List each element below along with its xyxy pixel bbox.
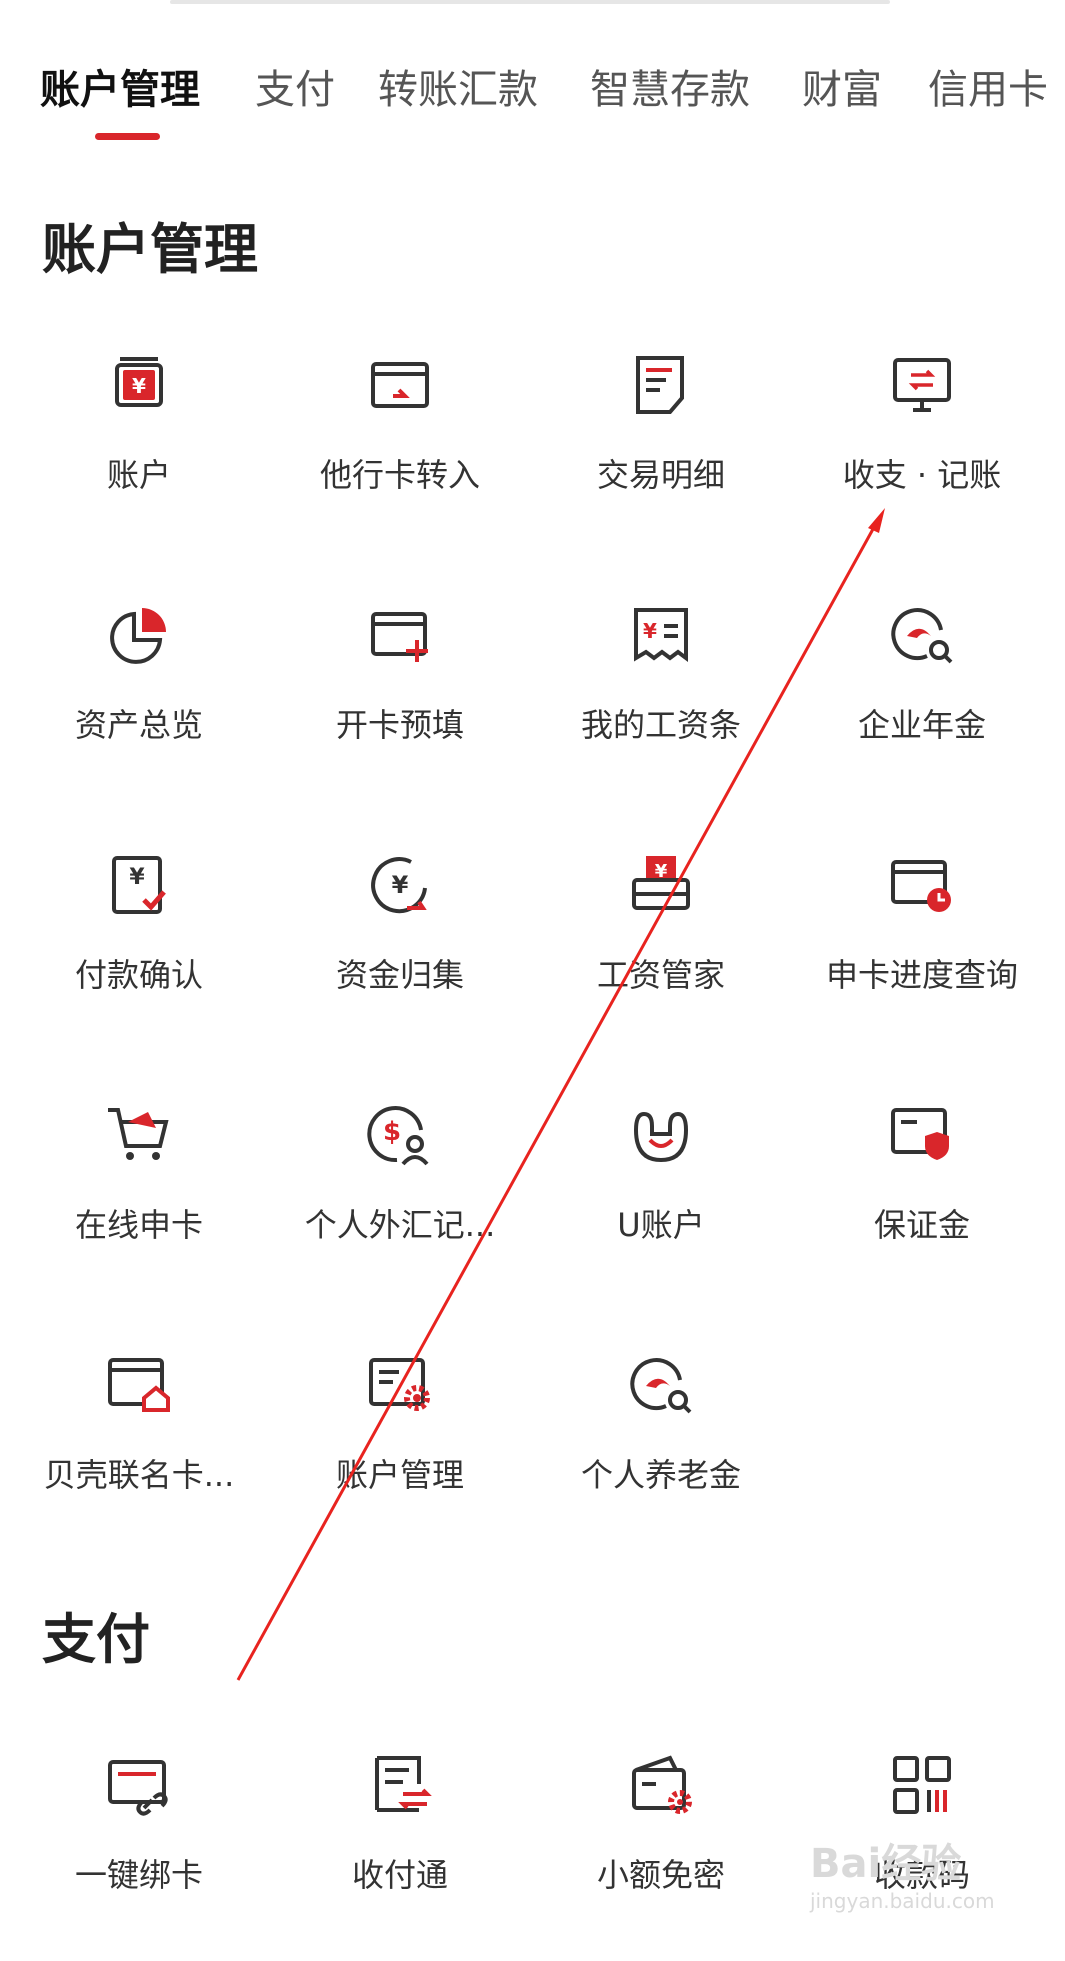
shopping-cart-icon: [104, 1100, 174, 1170]
tab-account-management[interactable]: 账户管理: [40, 60, 200, 120]
grid-item-label: 个人养老金: [580, 1456, 741, 1494]
grid-item-label: 我的工资条: [580, 706, 741, 744]
watermark: Bai经验 jingyan.baidu.com: [810, 1841, 995, 1913]
grid-item-label: U账户: [617, 1206, 705, 1244]
svg-text:¥: ¥: [132, 374, 146, 398]
tab-wealth[interactable]: 财富: [802, 60, 882, 120]
grid-item-account[interactable]: ¥ 账户: [14, 350, 264, 550]
fund-collect-icon: ¥: [365, 850, 435, 920]
svg-text:¥: ¥: [129, 865, 145, 890]
grid-item-label: 企业年金: [857, 706, 986, 744]
grid-item-label: 在线申卡: [74, 1206, 203, 1244]
grid-item-label: 工资管家: [596, 956, 725, 994]
grid-item-account[interactable]: ¥ 我的工资条: [536, 600, 786, 800]
grid-item-account[interactable]: 开卡预填: [275, 600, 525, 800]
grid-item-label: 收支 · 记账: [842, 456, 1002, 494]
grid-item-label: 贝壳联名卡...: [43, 1456, 235, 1494]
grid-item-payment[interactable]: 小额免密: [536, 1750, 786, 1950]
top-scroll-indicator: [170, 0, 890, 4]
grid-item-label: 申卡进度查询: [825, 956, 1018, 994]
card-transfer-icon: [365, 350, 435, 420]
grid-item-account[interactable]: U账户: [536, 1100, 786, 1300]
qr-code-icon: [887, 1750, 957, 1820]
grid-item-label: 账户: [106, 456, 171, 494]
grid-item-label: 保证金: [873, 1206, 970, 1244]
grid-item-label: 资产总览: [74, 706, 203, 744]
grid-item-account[interactable]: 账户管理: [275, 1350, 525, 1550]
u-account-icon: [626, 1100, 696, 1170]
grid-item-label: 交易明细: [596, 456, 725, 494]
grid-item-account[interactable]: $ 个人外汇记...: [275, 1100, 525, 1300]
grid-item-label: 付款确认: [74, 956, 203, 994]
active-tab-indicator: [95, 133, 160, 140]
grid-item-account[interactable]: 在线申卡: [14, 1100, 264, 1300]
card-home-icon: [104, 1350, 174, 1420]
grid-item-account[interactable]: 交易明细: [536, 350, 786, 550]
document-exchange-icon: [365, 1750, 435, 1820]
grid-item-account[interactable]: 保证金: [797, 1100, 1047, 1300]
grid-item-account[interactable]: 个人养老金: [536, 1350, 786, 1550]
card-gear-icon: [365, 1350, 435, 1420]
dollar-user-icon: $: [365, 1100, 435, 1170]
card-link-icon: [104, 1750, 174, 1820]
card-clock-icon: [887, 850, 957, 920]
payslip-icon: ¥: [626, 600, 696, 670]
grid-item-label: 个人外汇记...: [304, 1206, 496, 1244]
grid-item-account[interactable]: 申卡进度查询: [797, 850, 1047, 1050]
yen-card-icon: ¥: [104, 350, 174, 420]
grid-item-account[interactable]: 企业年金: [797, 600, 1047, 800]
document-list-icon: [626, 350, 696, 420]
section-title-payment: 支付: [42, 1608, 150, 1671]
salary-printer-icon: ¥: [626, 850, 696, 920]
grid-item-account[interactable]: ¥ 付款确认: [14, 850, 264, 1050]
grid-item-account[interactable]: ¥ 资金归集: [275, 850, 525, 1050]
payment-check-icon: ¥: [104, 850, 174, 920]
grid-item-account[interactable]: 收支 · 记账: [797, 350, 1047, 550]
grid-item-account[interactable]: 资产总览: [14, 600, 264, 800]
pension-search-icon: [887, 600, 957, 670]
card-add-icon: [365, 600, 435, 670]
grid-item-account[interactable]: 他行卡转入: [275, 350, 525, 550]
tab-credit-card[interactable]: 信用卡: [928, 60, 1048, 120]
grid-item-label: 资金归集: [335, 956, 464, 994]
grid-item-payment[interactable]: 收付通: [275, 1750, 525, 1950]
grid-item-label: 开卡预填: [335, 706, 464, 744]
grid-item-account[interactable]: 贝壳联名卡...: [14, 1350, 264, 1550]
pie-chart-icon: [104, 600, 174, 670]
grid-item-label: 他行卡转入: [319, 456, 480, 494]
grid-item-label: 收付通: [351, 1856, 448, 1894]
grid-item-label: 账户管理: [335, 1456, 464, 1494]
grid-item-payment[interactable]: 一键绑卡: [14, 1750, 264, 1950]
svg-text:¥: ¥: [643, 619, 657, 643]
grid-item-label: 一键绑卡: [74, 1856, 203, 1894]
grid-item-label: 小额免密: [596, 1856, 725, 1894]
svg-text:¥: ¥: [392, 871, 409, 899]
section-title-account: 账户管理: [42, 218, 258, 281]
tab-transfer[interactable]: 转账汇款: [378, 60, 538, 120]
wallet-gear-icon: [626, 1750, 696, 1820]
tab-payment[interactable]: 支付: [255, 60, 335, 120]
pension-search-icon: [626, 1350, 696, 1420]
tab-smart-deposit[interactable]: 智慧存款: [590, 60, 750, 120]
grid-item-account[interactable]: ¥ 工资管家: [536, 850, 786, 1050]
svg-text:$: $: [383, 1117, 401, 1147]
monitor-exchange-icon: [887, 350, 957, 420]
card-shield-icon: [887, 1100, 957, 1170]
